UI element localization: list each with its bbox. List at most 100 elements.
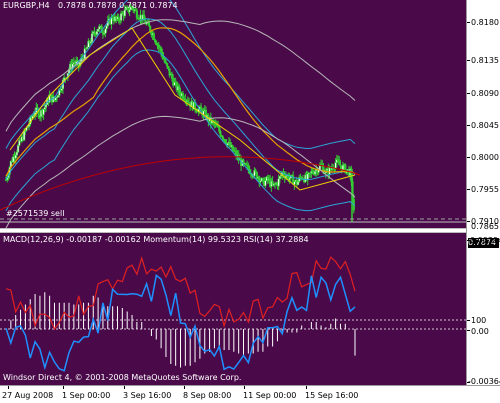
candle-body <box>226 143 229 146</box>
candle-body <box>17 145 20 153</box>
candle-body <box>60 88 63 91</box>
candle-body <box>93 31 96 34</box>
price-label: 0.8180 <box>471 18 499 27</box>
time-label: 1 Sep 00:00 <box>62 391 111 400</box>
candle-body <box>186 100 189 103</box>
candle-body <box>157 44 160 48</box>
candle-body <box>170 73 174 79</box>
candle-body <box>123 9 126 17</box>
price-tick <box>467 189 470 190</box>
price-tick <box>467 221 470 222</box>
candle-body <box>120 13 123 21</box>
indicator-axis-zero: 0.00 <box>471 327 489 336</box>
candle-body <box>200 106 203 111</box>
main-price-pane[interactable]: EURGBP,H4 0.7878 0.7878 0.7871 0.7874 #2… <box>0 0 466 228</box>
copyright-text: Windsor Direct 4, © 2001-2008 MetaQuotes… <box>3 373 242 382</box>
candle-body <box>42 109 45 115</box>
price-tick <box>467 60 470 61</box>
time-tick <box>8 386 9 389</box>
candle-body <box>167 66 170 69</box>
indicator-axis-100: 100 <box>471 316 487 325</box>
indicator-pane[interactable]: MACD(12,26,9) -0.00187 -0.00162 Momentum… <box>0 233 466 385</box>
price-label: 0.8135 <box>471 56 499 65</box>
candle-body <box>313 171 317 175</box>
time-label: 3 Sep 16:00 <box>123 391 172 400</box>
time-label: 11 Sep 00:00 <box>243 391 297 400</box>
candle-body <box>221 136 224 140</box>
price-label: 0.8000 <box>471 153 499 162</box>
envelope-upper <box>5 19 356 132</box>
candle-body <box>296 181 300 186</box>
candle-body <box>277 178 280 187</box>
candle-body <box>111 16 114 20</box>
order-label: #2571539 sell <box>6 209 65 218</box>
candle-body <box>147 21 151 27</box>
candle-body <box>278 176 281 180</box>
price-label: 0.8045 <box>471 121 499 130</box>
candle-body <box>224 139 227 143</box>
candle-body <box>311 170 314 174</box>
candle-body <box>163 58 166 63</box>
chart-window[interactable]: EURGBP,H4 0.7878 0.7878 0.7871 0.7874 #2… <box>0 0 500 403</box>
symbol-label: EURGBP,H4 <box>3 1 50 10</box>
time-tick <box>184 386 185 389</box>
indicator-chart <box>0 256 466 372</box>
candle-body <box>105 25 108 30</box>
price-tick <box>467 93 470 94</box>
time-label: 8 Sep 08:00 <box>183 391 232 400</box>
candle-body <box>154 39 157 43</box>
price-tick <box>467 157 470 158</box>
indicator-readout: MACD(12,26,9) -0.00187 -0.00162 Momentum… <box>3 235 309 244</box>
candle-body <box>44 104 48 108</box>
time-label: 27 Aug 2008 <box>2 391 54 400</box>
candle-body <box>306 173 309 181</box>
candle-body <box>254 170 257 173</box>
indicator-axis-top: 0.00394 <box>470 236 500 245</box>
candle-body <box>95 31 98 35</box>
time-tick <box>306 386 307 389</box>
time-tick <box>63 386 64 389</box>
candle-body <box>334 162 337 169</box>
candle-body <box>242 159 245 164</box>
candle-body <box>219 131 222 137</box>
zigzag-line <box>9 27 356 191</box>
candle-body <box>155 41 158 45</box>
price-tick <box>467 22 470 23</box>
candle-body <box>338 161 341 166</box>
price-chart <box>0 0 466 228</box>
candle-body <box>264 180 267 187</box>
candle-body <box>336 159 340 162</box>
candle-body <box>166 63 169 67</box>
candle-body <box>97 28 100 32</box>
price-tick <box>467 125 470 126</box>
time-label: 15 Sep 16:00 <box>305 391 359 400</box>
candle-body <box>218 126 221 132</box>
time-tick <box>244 386 245 389</box>
candle-body <box>244 162 247 166</box>
indicator-tick <box>467 320 470 321</box>
candle-body <box>152 33 155 40</box>
ohlc-readout: 0.7878 0.7878 0.7871 0.7874 <box>58 1 178 10</box>
price-label: 0.8090 <box>471 89 499 98</box>
candle-body <box>57 95 60 98</box>
price-axis[interactable]: 0.8180 0.8135 0.8090 0.8045 0.8000 0.795… <box>466 0 500 386</box>
candle-body <box>14 154 17 159</box>
candle-body <box>128 9 131 12</box>
indicator-tick <box>467 330 470 331</box>
candle-body <box>160 47 163 53</box>
candle-body <box>293 181 296 185</box>
candle-body <box>231 144 234 151</box>
price-label: 0.7955 <box>471 185 499 194</box>
candle-body <box>178 86 181 93</box>
bollinger-upper <box>5 0 356 150</box>
price-label: 0.7865 <box>471 222 499 231</box>
time-tick <box>124 386 125 389</box>
candle-body <box>135 10 138 19</box>
candle-body <box>15 151 18 156</box>
candle-body <box>162 57 165 60</box>
candle-body <box>90 33 94 43</box>
candle-body <box>117 16 120 21</box>
candle-body <box>104 28 107 34</box>
candle-body <box>43 107 46 110</box>
time-axis[interactable]: 27 Aug 2008 1 Sep 00:00 3 Sep 16:00 8 Se… <box>0 385 500 403</box>
